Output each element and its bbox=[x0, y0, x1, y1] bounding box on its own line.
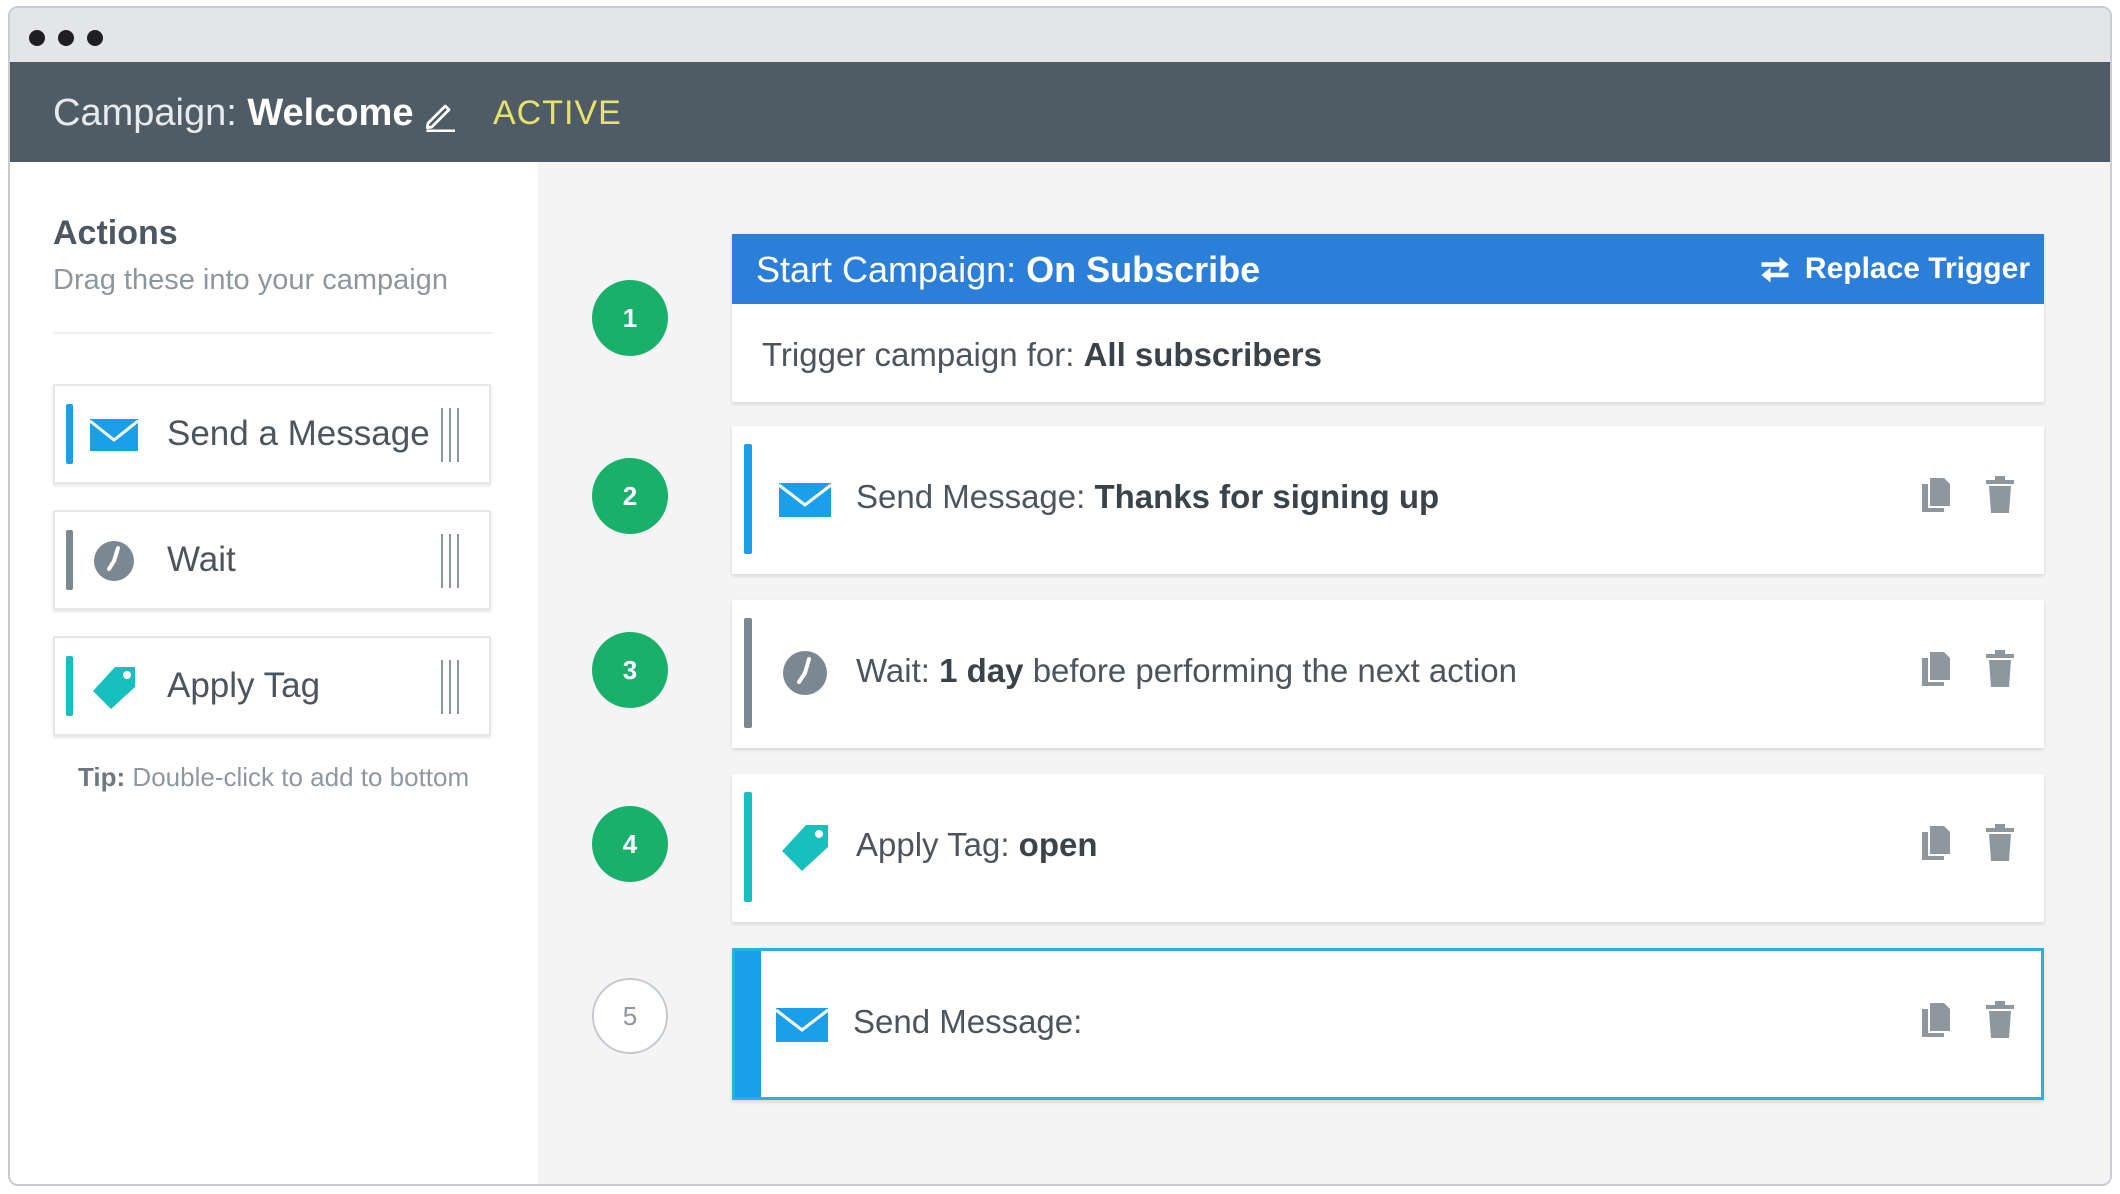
step-number: 3 bbox=[592, 632, 668, 708]
trash-icon[interactable] bbox=[1984, 824, 2016, 862]
tag-icon bbox=[93, 667, 135, 709]
step-number: 1 bbox=[592, 280, 668, 356]
sidebar-tip: Tip: Double-click to add to bottom bbox=[78, 762, 469, 793]
step-color-bar bbox=[735, 951, 761, 1097]
trigger-title-prefix: Start Campaign: bbox=[756, 249, 1017, 290]
replace-trigger-button[interactable]: Replace Trigger bbox=[1757, 249, 2030, 289]
drag-handle[interactable] bbox=[441, 534, 461, 588]
sidebar-title: Actions bbox=[53, 214, 178, 252]
clock-icon bbox=[94, 541, 134, 581]
envelope-icon bbox=[89, 419, 139, 451]
step-text: Wait: 1 day before performing the next a… bbox=[856, 652, 1517, 690]
step-number: 2 bbox=[592, 458, 668, 534]
step-number: 5 bbox=[592, 978, 668, 1054]
replace-trigger-label: Replace Trigger bbox=[1804, 252, 2030, 285]
window-minimize-control[interactable] bbox=[58, 30, 74, 46]
action-color-bar bbox=[66, 404, 73, 464]
trash-icon[interactable] bbox=[1984, 650, 2016, 688]
window-titlebar bbox=[10, 8, 2110, 62]
step-suffix: before performing the next action bbox=[1032, 652, 1517, 689]
clock-icon bbox=[783, 651, 827, 695]
trigger-title: Start Campaign: On Subscribe bbox=[756, 249, 1260, 291]
status-badge: ACTIVE bbox=[493, 94, 622, 132]
step-label: Apply Tag: bbox=[856, 826, 1010, 863]
tip-text: Double-click to add to bottom bbox=[132, 762, 470, 792]
trash-icon[interactable] bbox=[1984, 476, 2016, 514]
action-send-message[interactable]: Send a Message bbox=[53, 384, 491, 484]
step-card-apply-tag[interactable]: Apply Tag: open bbox=[732, 774, 2044, 922]
action-wait[interactable]: Wait bbox=[53, 510, 491, 610]
trigger-body-prefix: Trigger campaign for: bbox=[762, 336, 1075, 373]
step-color-bar bbox=[744, 618, 752, 728]
copy-icon[interactable] bbox=[1920, 476, 1952, 514]
campaign-title: Campaign: Welcome bbox=[53, 92, 413, 135]
drag-handle[interactable] bbox=[441, 408, 461, 462]
campaign-name[interactable]: Welcome bbox=[247, 92, 413, 134]
campaign-header: Campaign: Welcome ACTIVE bbox=[10, 62, 2110, 162]
step-color-bar bbox=[744, 792, 752, 902]
tip-label: Tip: bbox=[78, 762, 126, 792]
step-card-send-message-new[interactable]: Send Message: bbox=[732, 948, 2044, 1100]
window-close-control[interactable] bbox=[29, 30, 45, 46]
sidebar-divider bbox=[53, 332, 493, 334]
step-card-send-message[interactable]: Send Message: Thanks for signing up bbox=[732, 426, 2044, 574]
trigger-header: Start Campaign: On Subscribe Replace Tri… bbox=[732, 234, 2044, 304]
tag-icon bbox=[782, 825, 828, 871]
step-text: Apply Tag: open bbox=[856, 826, 1098, 864]
swap-arrows-icon bbox=[1761, 257, 1789, 283]
campaign-canvas: 1 Start Campaign: On Subscribe Replace T… bbox=[538, 162, 2110, 1184]
step-number: 4 bbox=[592, 806, 668, 882]
envelope-icon bbox=[778, 483, 832, 517]
envelope-icon bbox=[775, 1008, 829, 1042]
step-text: Send Message: Thanks for signing up bbox=[856, 478, 1439, 516]
window-maximize-control[interactable] bbox=[87, 30, 103, 46]
copy-icon[interactable] bbox=[1920, 650, 1952, 688]
step-color-bar bbox=[744, 444, 752, 554]
sidebar-subtitle: Drag these into your campaign bbox=[53, 264, 448, 296]
action-label: Wait bbox=[167, 540, 236, 579]
trash-icon[interactable] bbox=[1984, 1001, 2016, 1039]
step-value: 1 day bbox=[939, 652, 1024, 689]
actions-sidebar: Actions Drag these into your campaign Se… bbox=[10, 162, 538, 1184]
trigger-body-value[interactable]: All subscribers bbox=[1084, 336, 1322, 373]
step-value: Thanks for signing up bbox=[1094, 478, 1440, 515]
action-color-bar bbox=[66, 530, 73, 590]
trigger-body: Trigger campaign for: All subscribers bbox=[762, 336, 1322, 374]
trigger-title-value: On Subscribe bbox=[1026, 249, 1261, 290]
drag-handle[interactable] bbox=[441, 660, 461, 714]
campaign-title-prefix: Campaign: bbox=[53, 92, 237, 134]
step-value: open bbox=[1018, 826, 1098, 863]
action-color-bar bbox=[66, 656, 73, 716]
step-label: Wait: bbox=[856, 652, 930, 689]
app-window: Campaign: Welcome ACTIVE Actions Drag th… bbox=[8, 6, 2112, 1186]
action-apply-tag[interactable]: Apply Tag bbox=[53, 636, 491, 736]
step-label: Send Message: bbox=[853, 1003, 1083, 1040]
copy-icon[interactable] bbox=[1920, 824, 1952, 862]
trigger-card[interactable]: Start Campaign: On Subscribe Replace Tri… bbox=[732, 234, 2044, 402]
pencil-icon[interactable] bbox=[422, 97, 458, 133]
action-label: Send a Message bbox=[167, 414, 430, 453]
step-text: Send Message: bbox=[853, 1003, 1082, 1041]
action-label: Apply Tag bbox=[167, 666, 321, 705]
step-label: Send Message: bbox=[856, 478, 1086, 515]
copy-icon[interactable] bbox=[1920, 1001, 1952, 1039]
step-card-wait[interactable]: Wait: 1 day before performing the next a… bbox=[732, 600, 2044, 748]
